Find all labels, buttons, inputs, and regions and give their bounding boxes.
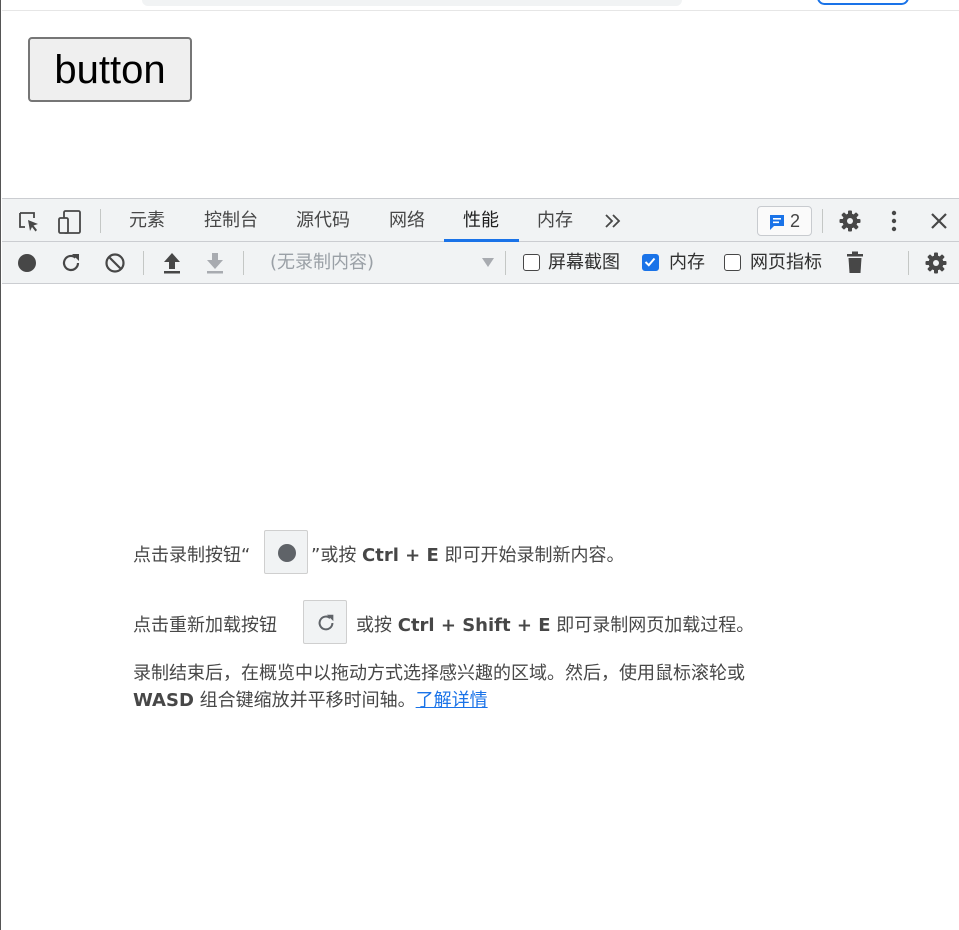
inline-record-button[interactable] <box>264 530 308 574</box>
memory-label: 内存 <box>669 252 705 273</box>
tab-network[interactable]: 网络 <box>376 199 438 242</box>
inspected-page: button <box>2 0 959 198</box>
web-vitals-checkbox[interactable] <box>724 254 741 271</box>
more-options-icon[interactable] <box>886 209 902 233</box>
message-icon <box>770 215 784 230</box>
landing-line-explain: 录制结束后，在概览中以拖动方式选择感兴趣的区域。然后，使用鼠标滚轮或 <box>133 663 745 684</box>
shortcut-wasd: WASD <box>133 690 194 711</box>
inline-reload-button[interactable] <box>303 600 347 644</box>
toolbar-separator <box>505 251 506 275</box>
chevron-down-icon <box>482 258 494 267</box>
recording-select[interactable]: (无录制内容) <box>256 248 502 278</box>
recording-select-value: (无录制内容) <box>270 252 375 273</box>
browser-window: button 元素 控制台 源代码 网络 性能 内存 2 (无录制内容) 屏幕截… <box>0 0 959 930</box>
devtools-panel: 元素 控制台 源代码 网络 性能 内存 2 (无录制内容) 屏幕截图 内存 网页… <box>2 198 959 930</box>
reload-icon <box>318 614 334 631</box>
device-toolbar-icon[interactable] <box>57 209 83 235</box>
landing-line-reload-rest: 或按 Ctrl + Shift + E 即可录制网页加载过程。 <box>356 611 754 637</box>
record-icon[interactable] <box>16 252 38 274</box>
landing-line1-mid: ”或按 <box>311 545 363 566</box>
gear-icon[interactable] <box>838 209 862 233</box>
capture-settings-icon[interactable] <box>924 251 948 275</box>
performance-toolbar: (无录制内容) 屏幕截图 内存 网页指标 <box>2 242 959 284</box>
landing-line-explain-2: WASD 组合键缩放并平移时间轴。了解详情 <box>133 686 488 712</box>
landing-line2-prefix: 点击重新加载按钮 <box>133 615 277 636</box>
tab-sources[interactable]: 源代码 <box>284 199 362 242</box>
issues-count: 2 <box>790 211 801 231</box>
landing-line-record-rest: ”或按 Ctrl + E 即可开始录制新内容。 <box>311 541 625 567</box>
toolbar-separator <box>143 251 144 275</box>
garbage-collect-icon[interactable] <box>845 251 865 275</box>
landing-line1-suffix: 即可开始录制新内容。 <box>438 545 625 566</box>
upload-icon[interactable] <box>160 250 184 276</box>
toolbar-separator <box>243 251 244 275</box>
screenshots-checkbox[interactable] <box>523 254 540 271</box>
tabbar-separator <box>822 209 823 233</box>
close-icon[interactable] <box>930 212 948 230</box>
tab-elements[interactable]: 元素 <box>112 199 182 242</box>
landing-line2-mid: 或按 <box>356 615 398 636</box>
memory-checkbox[interactable] <box>642 254 659 271</box>
landing-line2-suffix: 即可录制网页加载过程。 <box>550 615 755 636</box>
tab-performance[interactable]: 性能 <box>448 199 514 242</box>
landing-line-reload: 点击重新加载按钮 <box>133 611 277 637</box>
page-button[interactable]: button <box>28 37 192 102</box>
shortcut-reload: Ctrl + Shift + E <box>397 615 551 636</box>
shortcut-record: Ctrl + E <box>362 545 439 566</box>
landing-line1-prefix: 点击录制按钮“ <box>133 545 251 566</box>
landing-line-record: 点击录制按钮“ <box>133 541 250 567</box>
page-divider <box>2 10 959 11</box>
web-vitals-label: 网页指标 <box>750 252 822 273</box>
profile-pill[interactable] <box>817 0 909 5</box>
chevron-double-right-icon[interactable] <box>604 213 622 229</box>
landing-line4-text: 组合键缩放并平移时间轴。 <box>193 690 416 711</box>
checkmark-icon <box>644 257 656 267</box>
download-icon[interactable] <box>203 250 227 276</box>
devtools-tabbar: 元素 控制台 源代码 网络 性能 内存 2 <box>2 198 959 242</box>
record-icon <box>278 544 296 562</box>
issues-button[interactable]: 2 <box>757 206 812 236</box>
reload-record-icon[interactable] <box>59 251 83 275</box>
tabbar-separator <box>100 209 101 233</box>
toolbar-separator <box>908 251 909 275</box>
screenshots-label: 屏幕截图 <box>548 252 620 273</box>
inspect-element-icon[interactable] <box>17 210 41 234</box>
address-bar-edge <box>142 0 682 6</box>
tab-memory[interactable]: 内存 <box>524 199 586 242</box>
tab-console[interactable]: 控制台 <box>192 199 270 242</box>
learn-more-link[interactable]: 了解详情 <box>416 690 488 711</box>
clear-icon[interactable] <box>103 251 127 275</box>
